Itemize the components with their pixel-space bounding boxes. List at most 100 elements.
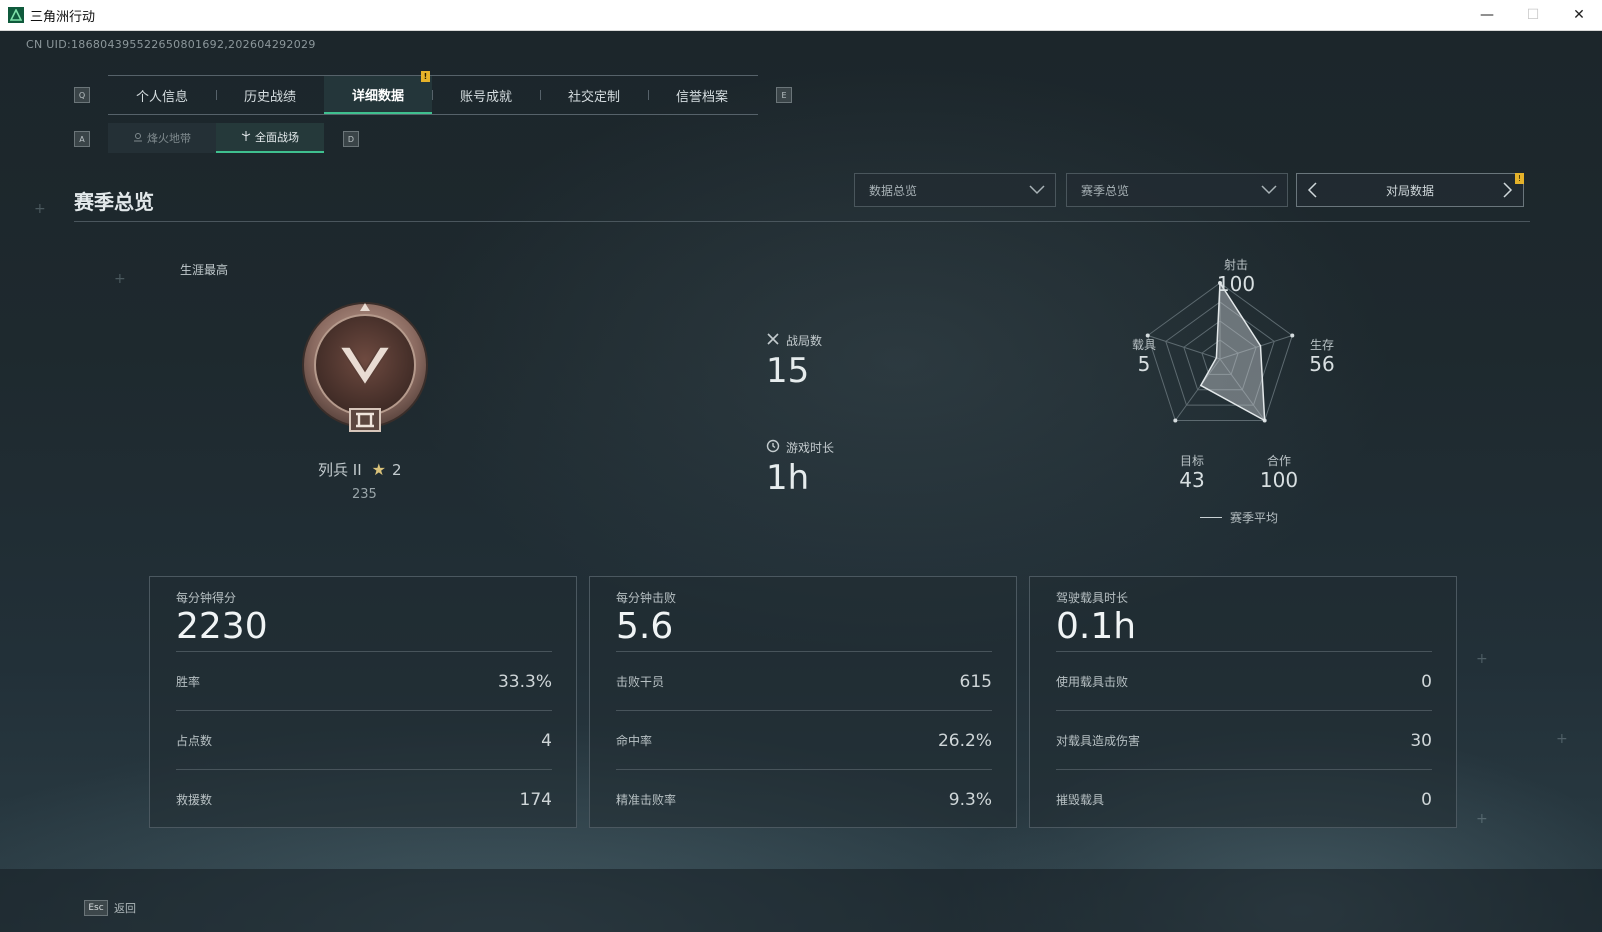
tab-hazard-zone[interactable]: 烽火地带 bbox=[108, 123, 216, 153]
radar-axis-value: 5 bbox=[1137, 352, 1151, 376]
stat-value: 4 bbox=[541, 730, 552, 751]
rank-name: 列兵 II bbox=[318, 461, 362, 479]
tab-label: 历史战绩 bbox=[243, 89, 296, 105]
stat-row: 命中率 26.2% bbox=[616, 710, 992, 770]
uid-text: CN UID:1868043955226508016​92,2026042920… bbox=[26, 38, 316, 51]
radar-axis-value: 100 bbox=[1259, 468, 1299, 492]
bottom-bar bbox=[0, 869, 1602, 932]
tab-social[interactable]: 社交定制 bbox=[540, 76, 648, 114]
stat-row: 胜率 33.3% bbox=[176, 651, 552, 711]
radar-axis-objective: 目标 43 bbox=[1172, 452, 1212, 491]
radar-axis-value: 43 bbox=[1179, 468, 1205, 492]
playtime-value: 1h bbox=[766, 458, 810, 498]
stat-row: 占点数 4 bbox=[176, 710, 552, 770]
stat-label: 占点数 bbox=[176, 734, 213, 748]
decor-plus-icon: + bbox=[1476, 811, 1488, 827]
key-hint-q: Q bbox=[74, 87, 90, 103]
tab-history[interactable]: 历史战绩 bbox=[216, 76, 324, 114]
panel-head-value: 5.6 bbox=[616, 606, 674, 647]
tab-achievements[interactable]: 账号成就 bbox=[432, 76, 540, 114]
star-icon: ★ bbox=[371, 460, 386, 479]
close-button[interactable]: ✕ bbox=[1556, 0, 1602, 30]
panel-head-label: 驾驶载具时长 bbox=[1056, 591, 1129, 605]
stat-value: 0 bbox=[1421, 671, 1432, 692]
radar-axis-shooting: 射击 100 bbox=[1206, 256, 1266, 295]
clock-icon bbox=[766, 439, 780, 456]
tab-label: 个人信息 bbox=[135, 89, 188, 105]
stat-value: 174 bbox=[519, 789, 552, 810]
rank-emblem-icon bbox=[300, 301, 430, 437]
radar-axis-survival: 生存 56 bbox=[1302, 336, 1342, 375]
chevron-down-icon bbox=[1261, 182, 1277, 199]
window-title: 三角洲行动 bbox=[30, 9, 96, 25]
stat-label: 摧毁载具 bbox=[1056, 793, 1105, 807]
tab-personal-info[interactable]: 个人信息 bbox=[108, 76, 216, 114]
chevron-right-icon[interactable] bbox=[1501, 182, 1513, 201]
radar-axis-name: 目标 bbox=[1179, 454, 1204, 468]
rank-star-count: 2 bbox=[391, 460, 402, 479]
playtime-label: 游戏时长 bbox=[786, 441, 835, 455]
back-label[interactable]: 返回 bbox=[114, 900, 136, 916]
legend-line bbox=[1200, 517, 1222, 518]
battles-label: 战局数 bbox=[786, 334, 823, 348]
radar-axis-name: 载具 bbox=[1131, 338, 1156, 352]
radar-axis-name: 生存 bbox=[1309, 338, 1334, 352]
subtab-label: 全面战场 bbox=[255, 131, 299, 144]
app-logo-icon bbox=[8, 7, 24, 23]
stat-row: 救援数 174 bbox=[176, 769, 552, 829]
window-titlebar: 三角洲行动 — ☐ ✕ bbox=[0, 0, 1602, 31]
panel-head-label: 每分钟击败 bbox=[616, 591, 677, 605]
tab-label: 账号成就 bbox=[459, 89, 512, 105]
chevron-left-icon[interactable] bbox=[1307, 182, 1319, 201]
mode-tabs: 烽火地带 全面战场 bbox=[108, 123, 324, 153]
radar-axis-teamwork: 合作 100 bbox=[1254, 452, 1304, 491]
pager-label: 对局数据 bbox=[1385, 183, 1434, 198]
stat-value: 33.3% bbox=[497, 671, 552, 692]
stat-label: 精准击败率 bbox=[616, 793, 677, 807]
section-title: 赛季总览 bbox=[74, 190, 154, 214]
game-screen: CN UID:1868043955226508016​92,2026042920… bbox=[0, 31, 1602, 932]
season-dropdown[interactable]: 赛季总览 bbox=[1066, 173, 1288, 207]
vehicle-panel: 驾驶载具时长 0.1h 使用载具击败 0 对载具造成伤害 30 摧毁载具 0 bbox=[1029, 576, 1457, 828]
tab-reputation[interactable]: 信誉档案 bbox=[648, 76, 756, 114]
radar-axis-dot bbox=[1290, 333, 1295, 338]
key-hint-e: E bbox=[776, 87, 792, 103]
panel-head-label: 每分钟得分 bbox=[176, 591, 237, 605]
hazard-zone-icon bbox=[133, 132, 143, 145]
key-hint-a: A bbox=[74, 131, 90, 147]
esc-key-hint[interactable]: Esc bbox=[84, 900, 108, 916]
notification-badge: ! bbox=[1515, 173, 1524, 184]
main-tabs: 个人信息 历史战绩 详细数据 ! 账号成就 社交定制 信誉档案 bbox=[108, 71, 758, 115]
career-best-label: 生涯最高 bbox=[180, 263, 229, 277]
tab-label: 社交定制 bbox=[567, 89, 620, 105]
radar-value-shape bbox=[1199, 280, 1266, 422]
tab-label: 信誉档案 bbox=[675, 89, 728, 105]
stat-row: 击败干员 615 bbox=[616, 651, 992, 711]
data-type-dropdown[interactable]: 数据总览 bbox=[854, 173, 1056, 207]
stat-row: 精准击败率 9.3% bbox=[616, 769, 992, 829]
decor-plus-icon: + bbox=[1476, 651, 1488, 667]
tab-full-battlefield[interactable]: 全面战场 bbox=[216, 123, 324, 153]
stat-row: 摧毁载具 0 bbox=[1056, 769, 1432, 829]
stat-label: 使用载具击败 bbox=[1056, 675, 1129, 689]
battles-value: 15 bbox=[766, 351, 810, 391]
panel-head-value: 2230 bbox=[176, 606, 268, 647]
radar-axis-dot bbox=[1173, 418, 1178, 423]
radar-axis-name: 合作 bbox=[1266, 454, 1291, 468]
tab-detailed-data[interactable]: 详细数据 ! bbox=[324, 71, 432, 114]
minimize-button[interactable]: — bbox=[1464, 0, 1510, 30]
panel-head-value: 0.1h bbox=[1056, 606, 1137, 647]
rank-points: 235 bbox=[352, 487, 377, 502]
crossed-swords-icon bbox=[766, 332, 780, 349]
radar-axis-name: 射击 bbox=[1223, 258, 1248, 272]
stat-value: 26.2% bbox=[937, 730, 992, 751]
maximize-button[interactable]: ☐ bbox=[1510, 0, 1556, 30]
radar-axis-vehicle: 载具 5 bbox=[1124, 336, 1164, 375]
stat-value: 615 bbox=[959, 671, 992, 692]
subtab-label: 烽火地带 bbox=[147, 132, 191, 145]
decor-plus-icon: + bbox=[34, 201, 46, 217]
legend-label: 赛季平均 bbox=[1230, 511, 1279, 525]
stat-row: 使用载具击败 0 bbox=[1056, 651, 1432, 711]
stat-label: 对载具造成伤害 bbox=[1056, 734, 1141, 748]
section-divider bbox=[74, 221, 1530, 222]
